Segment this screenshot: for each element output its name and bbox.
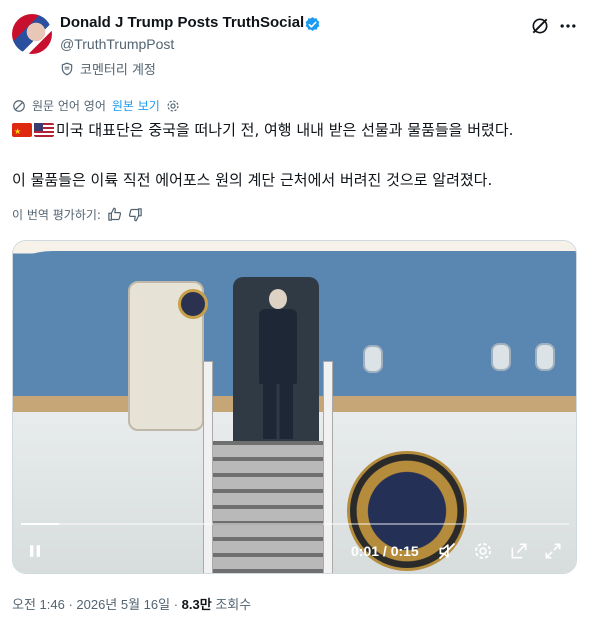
tweet-text-1: 미국 대표단은 중국을 떠나기 전, 여행 내내 받은 선물과 물품들을 버렸다… bbox=[56, 121, 514, 139]
pause-icon[interactable] bbox=[25, 541, 45, 561]
video-player[interactable]: 0:01 / 0:15 bbox=[12, 240, 577, 574]
grok-icon[interactable] bbox=[530, 16, 550, 36]
tweet-text-line-2: 이 물품들은 이륙 직전 에어포스 원의 계단 근처에서 버려진 것으로 알려졌… bbox=[12, 171, 493, 189]
views-count: 8.3만 bbox=[181, 597, 212, 612]
video-time: 0:01 / 0:15 bbox=[351, 543, 419, 559]
translate-icon bbox=[13, 99, 25, 112]
author-handle[interactable]: @TruthTrumpPost bbox=[60, 36, 174, 52]
picture-in-picture-icon[interactable] bbox=[509, 541, 529, 561]
china-flag-icon bbox=[12, 122, 32, 142]
tweet-meta: 오전 1:46 · 2026년 5월 16일 · 8.3만 조회수 bbox=[12, 594, 251, 613]
plane-window bbox=[491, 343, 511, 371]
video-progress-fill bbox=[21, 523, 60, 525]
tweet-text-line-1: 미국 대표단은 중국을 떠나기 전, 여행 내내 받은 선물과 물품들을 버렸다… bbox=[12, 120, 514, 142]
person-figure bbox=[253, 289, 303, 439]
presidential-seal-small bbox=[178, 289, 208, 319]
author-name[interactable]: Donald J Trump Posts TruthSocial bbox=[60, 14, 304, 31]
video-controls: 0:01 / 0:15 bbox=[13, 533, 576, 573]
views-label: 조회수 bbox=[211, 597, 252, 612]
commentary-label-text: 코멘터리 계정 bbox=[80, 63, 156, 78]
rate-translation: 이 번역 평가하기: bbox=[12, 206, 143, 223]
thumbs-up-icon[interactable] bbox=[107, 207, 122, 222]
translation-notice: 원문 언어 영어 원본 보기 bbox=[12, 97, 180, 114]
settings-icon[interactable] bbox=[473, 541, 493, 561]
more-options-icon[interactable] bbox=[558, 16, 578, 36]
rate-translation-label: 이 번역 평가하기: bbox=[12, 208, 101, 222]
plane-window bbox=[535, 343, 555, 371]
plane-window bbox=[363, 345, 383, 373]
verified-badge-icon bbox=[305, 17, 320, 31]
video-progress-bar[interactable] bbox=[21, 523, 569, 525]
tweet-timestamp[interactable]: 오전 1:46 · 2026년 5월 16일 · bbox=[12, 597, 182, 612]
translation-notice-text: 원문 언어 영어 bbox=[32, 99, 106, 113]
avatar[interactable] bbox=[12, 14, 52, 54]
commentary-account-label: 코멘터리 계정 bbox=[60, 59, 156, 78]
shield-icon bbox=[61, 62, 73, 75]
us-flag-icon bbox=[34, 123, 54, 137]
settings-gear-icon[interactable] bbox=[166, 99, 180, 113]
show-original-link[interactable]: 원본 보기 bbox=[112, 97, 160, 114]
fullscreen-icon[interactable] bbox=[543, 541, 563, 561]
thumbs-down-icon[interactable] bbox=[128, 207, 143, 222]
mute-icon[interactable] bbox=[437, 541, 457, 561]
